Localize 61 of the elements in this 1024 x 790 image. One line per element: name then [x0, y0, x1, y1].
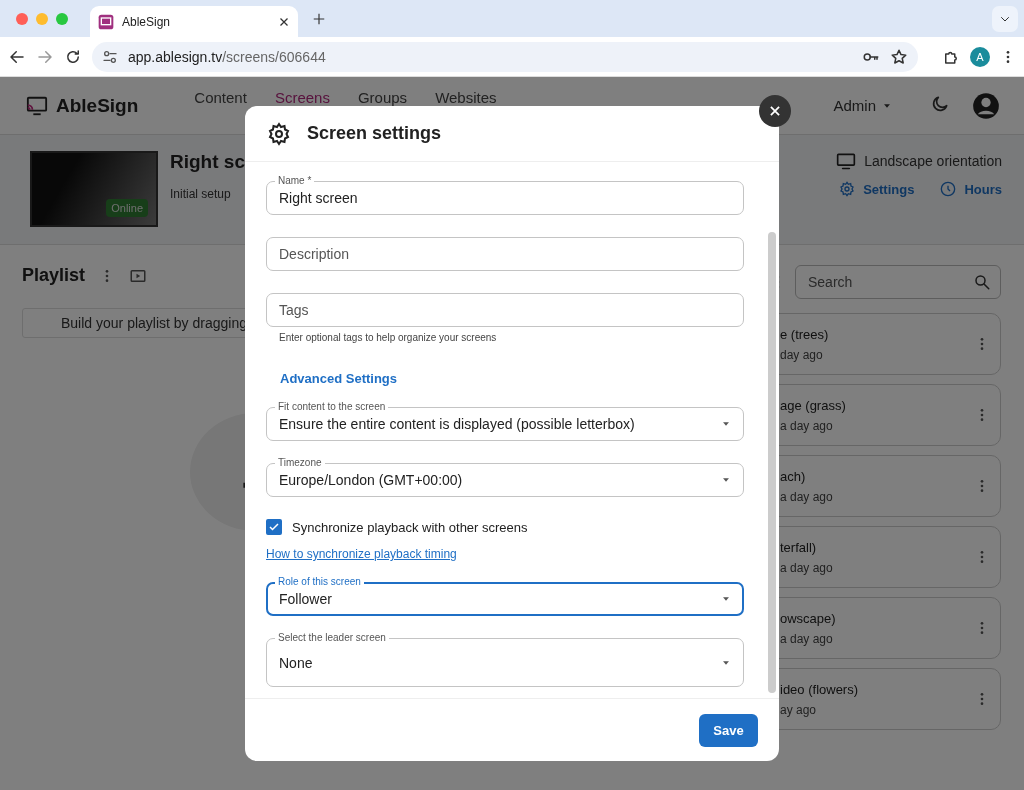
playlist-title: Playlist — [22, 265, 86, 286]
media-title: owscape) — [780, 610, 837, 626]
media-date: ay ago — [780, 702, 818, 717]
moon-icon[interactable] — [930, 93, 950, 114]
orientation-label: Landscape orientation — [864, 153, 1002, 169]
text-field[interactable]: Tags — [266, 293, 744, 327]
field-label: Role of this screen — [275, 576, 364, 588]
tab-title: AbleSign — [122, 14, 172, 29]
close-button[interactable] — [759, 95, 791, 127]
section-heading: Advanced Settings — [280, 371, 399, 386]
logo-text: AbleSign — [56, 94, 139, 117]
media-title: terfall) — [780, 539, 818, 555]
nav-link[interactable]: Content — [194, 89, 247, 106]
media-date: a day ago — [780, 418, 834, 433]
favicon-icon — [98, 13, 114, 30]
field-label: Select the leader screen — [275, 632, 389, 644]
media-date: a day ago — [780, 560, 834, 575]
media-date: a day ago — [780, 489, 834, 504]
profile-avatar[interactable]: A — [970, 46, 990, 67]
field-label: Name * — [275, 175, 315, 187]
close-icon — [768, 104, 782, 118]
search-icon[interactable] — [973, 273, 991, 291]
text-field[interactable]: Description — [266, 237, 744, 271]
field-label: Fit content to the screen — [275, 401, 389, 413]
star-icon[interactable] — [890, 47, 908, 66]
clock-icon — [940, 181, 957, 197]
nav-link[interactable]: Websites — [435, 89, 497, 106]
gear-icon — [839, 181, 856, 197]
media-title: ideo (flowers) — [780, 681, 860, 697]
browser-tab[interactable]: AbleSign — [90, 6, 298, 37]
nav-link[interactable]: Screens — [274, 89, 330, 106]
gear-icon — [267, 121, 291, 146]
nav-link[interactable]: Groups — [357, 89, 408, 106]
address-bar[interactable]: app.ablesign.tv/screens/606644 — [92, 41, 918, 72]
dialog-title: Screen settings — [307, 123, 442, 144]
help-link[interactable]: How to synchronize playback timing — [266, 547, 457, 561]
check-icon — [268, 521, 280, 533]
window-control[interactable] — [16, 12, 28, 25]
screen-title: Right sc — [170, 151, 245, 173]
media-title: ach) — [780, 468, 807, 484]
media-title: e (trees) — [780, 326, 830, 342]
site-info-icon[interactable] — [102, 48, 118, 65]
save-button[interactable]: Save — [699, 713, 758, 747]
account-icon[interactable] — [972, 91, 1000, 120]
search-field[interactable]: Search — [795, 265, 1001, 299]
settings-button[interactable]: Settings — [839, 181, 915, 197]
media-date: day ago — [780, 347, 824, 362]
user-menu[interactable]: Admin — [827, 96, 898, 115]
reload-icon[interactable] — [64, 47, 82, 66]
screen-description: Initial setup — [170, 187, 232, 201]
hours-button[interactable]: Hours — [940, 181, 1002, 197]
url-text: app.ablesign.tv/screens/606644 — [128, 48, 326, 65]
logo-icon — [24, 94, 50, 117]
field-label: Timezone — [275, 457, 325, 469]
status-badge: Online — [106, 199, 148, 217]
media-title: age (grass) — [780, 397, 847, 413]
new-tab-icon[interactable] — [312, 12, 326, 26]
close-icon[interactable] — [278, 15, 290, 28]
monitor-icon — [836, 151, 857, 171]
scrollbar[interactable] — [768, 232, 776, 693]
media-date: a day ago — [780, 631, 834, 646]
